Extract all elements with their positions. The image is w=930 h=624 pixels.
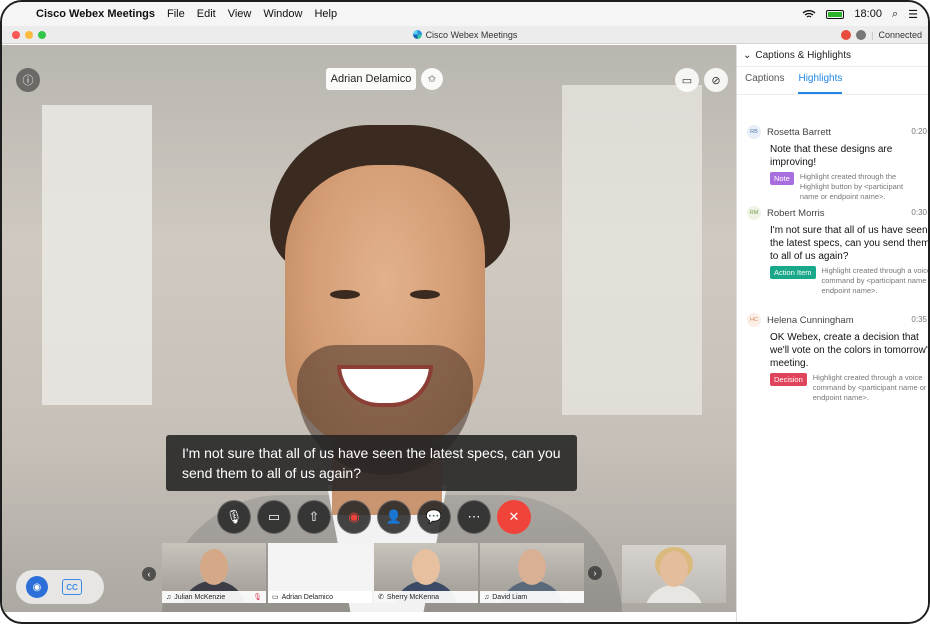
participant-strip: ♫ Julian McKenzie 🎙 ▭ Adrian Delamico ✆ Sher…	[162, 543, 584, 603]
link-icon[interactable]: ⊘	[704, 68, 728, 92]
notification-center-icon[interactable]: ☰	[908, 8, 918, 21]
next-thumbnails-icon[interactable]: ›	[588, 566, 602, 580]
video-off-icon[interactable]: ▭	[257, 500, 291, 534]
captions-highlights-panel: ⌄ Captions & Highlights Captions Highlig…	[736, 45, 930, 622]
background-window	[562, 85, 702, 415]
entry-text: Note that these designs are improving!	[770, 144, 893, 168]
entry-author: Rosetta Barrett	[767, 126, 831, 138]
tag-description: Highlight created through a voice comman…	[812, 373, 927, 402]
more-icon[interactable]: ⋯	[457, 500, 491, 534]
prev-thumbnails-icon[interactable]: ‹	[142, 567, 156, 581]
record-icon[interactable]: ◉	[337, 500, 371, 534]
highlight-entry[interactable]: HC Helena Cunningham 0:35 OK Webex, crea…	[747, 313, 930, 403]
entry-time: 0:20	[911, 127, 927, 136]
webex-logo-icon	[412, 30, 422, 39]
chat-icon[interactable]: 💬	[417, 500, 451, 534]
webex-assistant-icon[interactable]: ◉	[26, 576, 48, 598]
entry-text: OK Webex, create a decision that we'll v…	[770, 332, 930, 369]
participant-thumbnail[interactable]: ✆ Sherry McKenna	[374, 543, 478, 603]
window-title: Cisco Webex Meetings	[425, 29, 518, 40]
menu-clock[interactable]: 18:00	[854, 8, 882, 20]
entry-author: Helena Cunningham	[767, 314, 854, 326]
avatar: RM	[747, 206, 761, 220]
tab-captions[interactable]: Captions	[745, 73, 784, 94]
speaking-icon: ♫	[484, 593, 490, 601]
main-video[interactable]: ⓘ Adrian Delamico ✩ ▭ ⊘ I'm not sure tha…	[2, 45, 736, 612]
decision-tag: Decision	[770, 373, 807, 386]
layout-icon[interactable]: ▭	[675, 68, 699, 92]
app-frame: Cisco Webex Meetings File Edit View Wind…	[0, 0, 930, 624]
participant-thumbnail[interactable]: ♫ David Liam	[480, 543, 584, 603]
avatar: RB	[747, 125, 761, 139]
assistant-dock: ◉ CC	[16, 570, 104, 604]
participant-name: David Liam	[492, 593, 528, 601]
tag-description: Highlight created through the Highlight …	[799, 172, 904, 201]
window-title-bar: Cisco Webex Meetings | Connected	[2, 26, 928, 44]
participant-name: Sherry McKenna	[386, 593, 440, 601]
panel-header[interactable]: ⌄ Captions & Highlights	[737, 45, 928, 67]
share-icon[interactable]: ⇧	[297, 500, 331, 534]
highlight-entry[interactable]: RM Robert Morris 0:30 I'm not sure that …	[747, 206, 930, 296]
speaking-icon: ♫	[166, 593, 172, 601]
note-tag: Note	[770, 172, 794, 185]
menu-edit[interactable]: Edit	[197, 8, 216, 20]
highlight-entry[interactable]: RB Rosetta Barrett 0:20 Note that these …	[747, 125, 928, 202]
spotlight-search-icon[interactable]: ⌕	[892, 8, 898, 21]
entry-text: I'm not sure that all of us have seen th…	[770, 225, 930, 262]
menu-file[interactable]: File	[167, 8, 185, 20]
participants-icon[interactable]: 👤	[377, 500, 411, 534]
participant-thumbnail[interactable]: ▭ Adrian Delamico	[268, 543, 372, 603]
panel-title: Captions & Highlights	[755, 50, 851, 61]
phone-icon: ✆	[378, 594, 384, 601]
participant-name: Julian McKenzie	[174, 593, 226, 601]
speaker-eye	[330, 290, 360, 299]
info-icon[interactable]: ⓘ	[16, 68, 40, 92]
pin-icon[interactable]: ✩	[421, 68, 443, 90]
entry-time: 0:30	[911, 208, 927, 217]
meeting-controls: 🎙 ▭ ⇧ ◉ 👤 💬 ⋯ ✕	[217, 500, 531, 534]
menu-window[interactable]: Window	[263, 8, 302, 20]
participant-name: Adrian Delamico	[281, 593, 333, 601]
app-menu[interactable]: Cisco Webex Meetings	[36, 8, 155, 20]
avatar: HC	[747, 313, 761, 327]
wifi-icon[interactable]	[802, 9, 816, 19]
entry-author: Robert Morris	[767, 207, 825, 219]
menu-view[interactable]: View	[228, 8, 252, 20]
closed-captions-icon[interactable]: CC	[62, 579, 82, 595]
panel-tabs: Captions Highlights	[737, 67, 928, 95]
menu-help[interactable]: Help	[314, 8, 337, 20]
action-item-tag: Action Item	[770, 266, 816, 279]
video-off-icon: ▭	[272, 594, 279, 601]
entry-time: 0:35	[911, 315, 927, 324]
chevron-down-icon[interactable]: ⌄	[743, 50, 751, 61]
background-window	[42, 105, 152, 405]
active-speaker-name: Adrian Delamico	[326, 68, 416, 90]
mic-muted-icon[interactable]: 🎙	[217, 500, 251, 534]
end-call-icon[interactable]: ✕	[497, 500, 531, 534]
participant-thumbnail[interactable]: ♫ Julian McKenzie 🎙	[162, 543, 266, 603]
live-caption: I'm not sure that all of us have seen th…	[166, 435, 577, 491]
tab-highlights[interactable]: Highlights	[798, 73, 843, 94]
muted-mic-icon: 🎙	[253, 594, 262, 601]
self-view-thumbnail[interactable]	[622, 545, 726, 603]
menu-bar: Cisco Webex Meetings File Edit View Wind…	[2, 2, 928, 26]
speaker-eye	[410, 290, 440, 299]
tag-description: Highlight created through a voice comman…	[821, 266, 930, 295]
battery-icon[interactable]	[826, 9, 845, 19]
